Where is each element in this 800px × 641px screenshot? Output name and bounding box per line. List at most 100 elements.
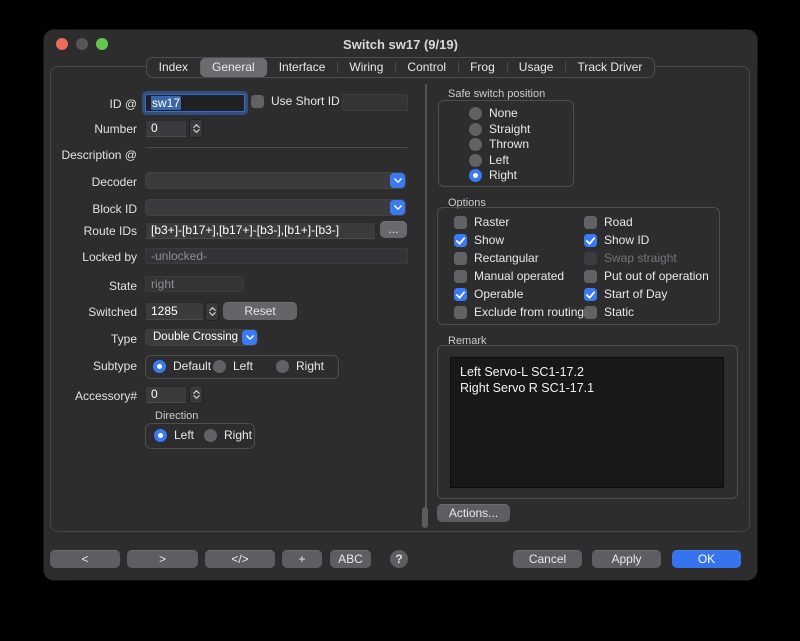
checkbox-icon[interactable] <box>454 252 467 265</box>
options-group: Raster Road Show Show ID Rectangular Swa… <box>437 207 720 325</box>
radio-icon[interactable] <box>153 360 166 373</box>
route-ids-input[interactable]: [b3+]-[b17+],[b17+]-[b3-],[b1+]-[b3-] <box>145 222 376 239</box>
decoder-combobox[interactable] <box>145 172 406 189</box>
option-static[interactable]: Static <box>584 306 634 319</box>
subtype-radio-right[interactable]: Right <box>276 360 324 373</box>
checkbox-icon[interactable] <box>584 234 597 247</box>
accessory-stepper[interactable] <box>189 385 203 404</box>
add-button[interactable]: + <box>282 550 322 568</box>
checkbox-icon[interactable] <box>584 270 597 283</box>
option-rectangular[interactable]: Rectangular <box>454 252 539 265</box>
safe-radio-right[interactable]: Right <box>469 169 517 182</box>
switched-input[interactable]: 1285 <box>145 302 204 320</box>
tab-general[interactable]: General <box>200 58 267 77</box>
radio-icon[interactable] <box>204 429 217 442</box>
tab-frog[interactable]: Frog <box>458 58 507 77</box>
apply-button[interactable]: Apply <box>592 550 661 568</box>
short-id-input[interactable] <box>342 94 408 111</box>
checkbox-icon[interactable] <box>454 306 467 319</box>
radio-icon[interactable] <box>469 169 482 182</box>
next-record-button[interactable]: > <box>127 550 198 568</box>
direction-radio-left[interactable]: Left <box>154 429 194 442</box>
help-button[interactable]: ? <box>390 550 408 568</box>
chevron-down-icon <box>394 178 402 183</box>
option-operable[interactable]: Operable <box>454 288 523 301</box>
tab-wiring[interactable]: Wiring <box>337 58 395 77</box>
checkbox-icon[interactable] <box>584 288 597 301</box>
number-stepper[interactable] <box>189 119 203 138</box>
route-ids-browse-button[interactable]: ... <box>380 221 407 238</box>
desktop: Switch sw17 (9/19) Index General Interfa… <box>0 0 800 641</box>
checkbox-icon[interactable] <box>454 234 467 247</box>
block-id-dropdown-button[interactable] <box>390 200 405 215</box>
option-manual-operated[interactable]: Manual operated <box>454 270 564 283</box>
radio-icon[interactable] <box>469 107 482 120</box>
tab-index[interactable]: Index <box>147 58 200 77</box>
decoder-dropdown-button[interactable] <box>390 173 405 188</box>
radio-icon[interactable] <box>469 138 482 151</box>
radio-icon[interactable] <box>469 154 482 167</box>
radio-icon[interactable] <box>469 123 482 136</box>
accessory-label: Accessory# <box>45 388 137 404</box>
cancel-button[interactable]: Cancel <box>513 550 582 568</box>
remark-textarea[interactable]: Left Servo-L SC1-17.2 Right Servo R SC1-… <box>450 357 724 488</box>
option-exclude-from-routing[interactable]: Exclude from routing <box>454 306 584 319</box>
prev-record-button[interactable]: < <box>50 550 120 568</box>
type-dropdown-button[interactable] <box>242 330 257 345</box>
option-raster[interactable]: Raster <box>454 216 509 229</box>
checkbox-icon[interactable] <box>584 306 597 319</box>
option-show[interactable]: Show <box>454 234 504 247</box>
option-road[interactable]: Road <box>584 216 633 229</box>
checkbox-icon <box>584 252 597 265</box>
chevron-up-icon <box>193 124 200 128</box>
radio-icon[interactable] <box>213 360 226 373</box>
reset-button[interactable]: Reset <box>223 302 297 320</box>
column-splitter[interactable] <box>425 84 427 520</box>
radio-icon[interactable] <box>154 429 167 442</box>
locked-by-input: -unlocked- <box>145 248 408 264</box>
abc-button[interactable]: ABC <box>330 550 371 568</box>
safe-radio-thrown[interactable]: Thrown <box>469 138 529 151</box>
ok-button[interactable]: OK <box>672 550 741 568</box>
subtype-label: Subtype <box>45 358 137 374</box>
code-view-button[interactable]: </> <box>205 550 275 568</box>
checkbox-icon[interactable] <box>454 216 467 229</box>
type-popup[interactable]: Double Crossing <box>145 329 258 346</box>
tab-control[interactable]: Control <box>395 58 458 77</box>
use-short-id-checkbox[interactable] <box>251 95 264 108</box>
direction-radio-right[interactable]: Right <box>204 429 252 442</box>
actions-button[interactable]: Actions... <box>437 504 510 522</box>
id-selected-text: sw17 <box>151 96 181 110</box>
switch-properties-dialog: Switch sw17 (9/19) Index General Interfa… <box>44 30 757 580</box>
option-put-out-of-operation[interactable]: Put out of operation <box>584 270 709 283</box>
safe-radio-straight[interactable]: Straight <box>469 123 530 136</box>
tab-interface[interactable]: Interface <box>267 58 338 77</box>
safe-radio-left[interactable]: Left <box>469 154 509 167</box>
switched-stepper[interactable] <box>205 302 219 321</box>
splitter-handle-icon[interactable] <box>422 507 428 528</box>
checkbox-icon[interactable] <box>454 288 467 301</box>
type-label: Type <box>45 331 137 347</box>
block-id-label: Block ID <box>45 201 137 217</box>
subtype-radio-left[interactable]: Left <box>213 360 253 373</box>
option-show-id[interactable]: Show ID <box>584 234 649 247</box>
subtype-radio-default[interactable]: Default <box>153 360 211 373</box>
id-input[interactable]: sw17 <box>145 94 245 112</box>
safe-radio-none[interactable]: None <box>469 107 518 120</box>
accessory-input[interactable]: 0 <box>145 386 187 403</box>
safe-straight-label: Straight <box>489 123 530 136</box>
checkbox-icon[interactable] <box>584 216 597 229</box>
checkbox-icon[interactable] <box>454 270 467 283</box>
description-input[interactable] <box>145 146 408 148</box>
option-start-of-day[interactable]: Start of Day <box>584 288 667 301</box>
use-short-id-checkbox-row[interactable]: Use Short ID <box>251 95 340 108</box>
chevron-up-icon <box>193 390 200 394</box>
tab-usage[interactable]: Usage <box>507 58 566 77</box>
direction-radio-group: Left Right <box>145 423 255 449</box>
safe-switch-position-group: None Straight Thrown Left Right <box>438 100 574 187</box>
radio-icon[interactable] <box>276 360 289 373</box>
tab-track-driver[interactable]: Track Driver <box>565 58 654 77</box>
type-value: Double Crossing <box>153 329 238 346</box>
number-input[interactable]: 0 <box>145 120 187 137</box>
block-id-combobox[interactable] <box>145 199 406 216</box>
